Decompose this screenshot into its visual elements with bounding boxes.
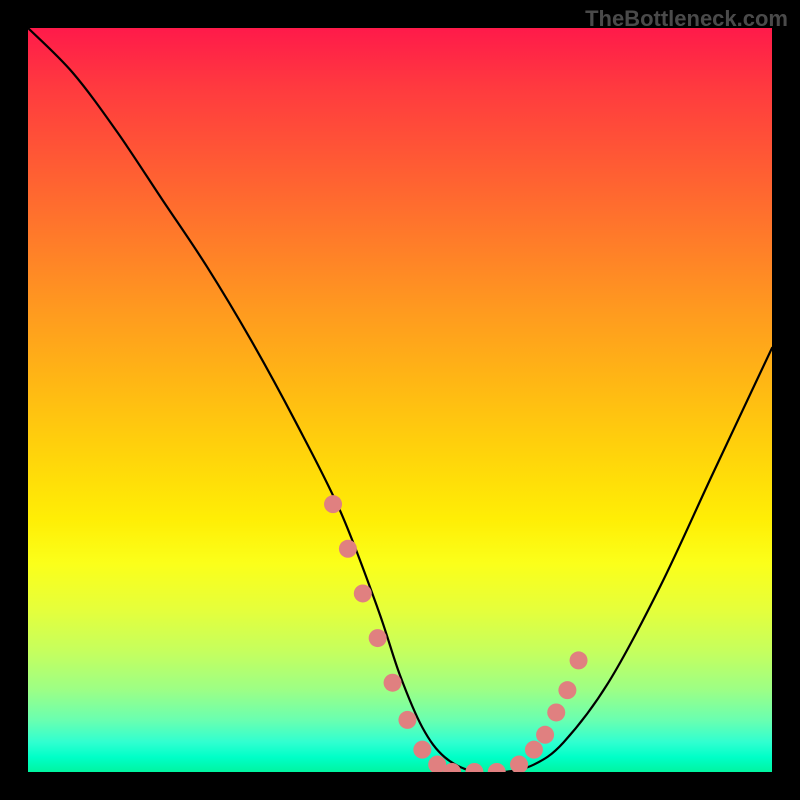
marker-dot <box>488 763 506 772</box>
marker-dot <box>369 629 387 647</box>
marker-dot <box>354 584 372 602</box>
plot-area <box>28 28 772 772</box>
marker-dot <box>324 495 342 513</box>
marker-dot <box>398 711 416 729</box>
marker-dot <box>339 540 357 558</box>
marker-dot <box>536 726 554 744</box>
marker-dot <box>465 763 483 772</box>
marker-dot <box>384 674 402 692</box>
marker-dot <box>558 681 576 699</box>
bottleneck-curve <box>28 28 772 772</box>
marker-dot <box>510 756 528 772</box>
marker-dot <box>413 741 431 759</box>
marker-dot <box>570 651 588 669</box>
marker-dot <box>547 703 565 721</box>
highlight-dots <box>324 495 588 772</box>
watermark-text: TheBottleneck.com <box>585 6 788 32</box>
chart-svg <box>28 28 772 772</box>
marker-dot <box>525 741 543 759</box>
